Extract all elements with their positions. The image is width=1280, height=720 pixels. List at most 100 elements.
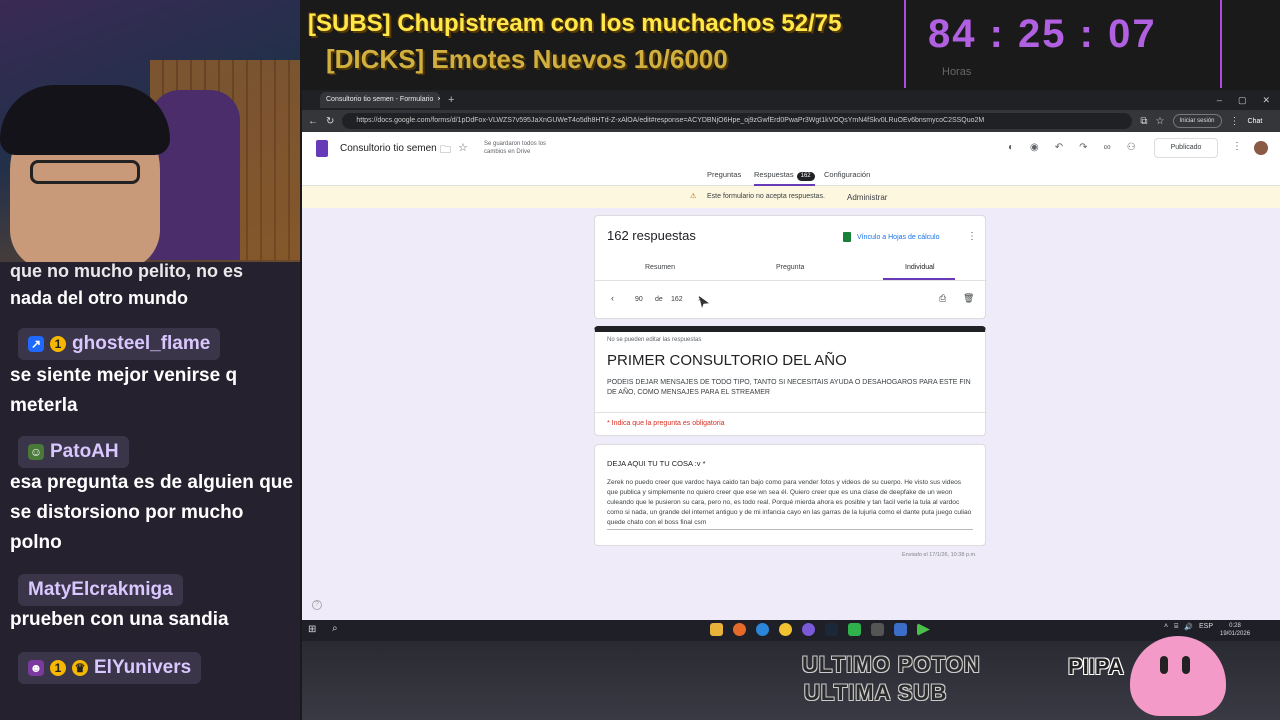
volume-icon[interactable]: 🔊 [1184,623,1193,631]
system-tray: ˄ ⌸ 🔊 ESP [1164,623,1213,631]
windows-taskbar: ⊞ ⌕ ˄ ⌸ 🔊 ESP 0:28 19/01/2026 [302,620,1280,641]
chat-message: prueben con una sandia [10,609,229,630]
form-header: Consultorio tio semen 🗀 ☆ Se guardaron t… [302,132,1280,166]
close-tab-icon[interactable]: × [437,92,440,108]
subtab-resumen[interactable]: Resumen [645,264,675,271]
extensions-icon[interactable]: ⧉ [1140,116,1147,127]
chat-button[interactable]: Chat [1248,118,1263,125]
mouse-cursor-icon [699,296,709,308]
manage-button[interactable]: Administrar [847,193,887,202]
steam-icon[interactable] [825,623,838,636]
add-collaborator-icon[interactable]: ⚇ [1127,142,1136,153]
form-title[interactable]: Consultorio tio semen [340,143,437,154]
taskbar-apps [710,623,930,636]
not-accepting-banner: ⚠ Este formulario no acepta respuestas. … [302,186,1280,208]
form-tabs: Preguntas Respuestas 162 Configuración [302,166,1280,186]
url-field[interactable]: https://docs.google.com/forms/d/1pDdFox-… [342,113,1133,129]
play-icon[interactable] [917,623,930,636]
brand-logo: PIIPA [1068,654,1124,679]
avatar[interactable] [1254,141,1268,155]
subs-goal-text: [SUBS] Chupistream con los muchachos 52/… [308,10,842,37]
signin-button[interactable]: Iniciar sesión [1172,114,1222,128]
crown-badge-icon: ♛ [72,660,88,676]
emote-badge-icon: ☺ [28,444,44,460]
menu-icon[interactable]: ⋮ [1230,116,1240,127]
form-description: PODEIS DEJAR MENSAJES DE TODO TIPO, TANT… [607,379,971,396]
minimize-icon[interactable]: – [1217,95,1222,106]
required-note: * Indica que la pregunta es obligatoria [607,420,725,427]
star-icon[interactable]: ☆ [458,141,468,154]
chat-fragment-line: nada del otro mundo [10,288,188,308]
taskbar-clock[interactable]: 0:28 19/01/2026 [1220,622,1250,638]
reload-icon[interactable]: ↻ [326,116,334,127]
page-current[interactable]: 90 [635,296,643,303]
chat-username[interactable]: ☻ 1 ♛ ElYunivers [18,652,202,684]
stream-chat: que no mucho pelito, no es nada del otro… [0,262,300,720]
previous-icon[interactable]: ‹ [611,293,614,303]
responses-count-badge: 162 [796,172,815,181]
question-card: DEJA AQUI TU TU COSA :v * Zerek no puedo… [594,444,986,546]
new-tab-button[interactable]: + [448,94,454,106]
subtab-pregunta[interactable]: Pregunta [776,264,804,271]
edge-icon[interactable] [756,623,769,636]
language-indicator[interactable]: ESP [1199,623,1213,631]
firefox-icon[interactable] [733,623,746,636]
back-icon[interactable]: ← [308,116,318,127]
divider [595,412,987,413]
windows-start-icon[interactable]: ⊞ [308,624,316,635]
window-controls: – ▢ ✕ [1217,95,1280,106]
tier-badge-icon: 1 [50,336,66,352]
chat-username[interactable]: ↗ 1 ghosteel_flame [18,328,221,360]
delete-icon[interactable]: 🗑 [963,293,974,304]
tier-badge-icon: 1 [50,660,66,676]
file-explorer-icon[interactable] [710,623,723,636]
header-toolbar: ◐ ◉ ↶ ↷ ∞ ⚇ [1008,142,1136,153]
browser-tab[interactable]: Consultorio tio semen - Formulario × [320,92,440,108]
more-options-icon[interactable]: ⋮ [1232,141,1242,152]
undo-icon[interactable]: ↶ [1055,142,1063,153]
obs-icon[interactable] [871,623,884,636]
question-label: DEJA AQUI TU TU COSA :v * [607,459,706,468]
form-title-card: No se pueden editar las respuestas PRIME… [594,326,987,436]
network-icon[interactable]: ⌸ [1174,623,1178,631]
maximize-icon[interactable]: ▢ [1238,95,1247,106]
app-blue-icon[interactable] [894,623,907,636]
redo-icon[interactable]: ↷ [1079,142,1087,153]
chat-message: se siente mejor venirse q meterla [10,365,238,416]
warning-icon: ⚠ [690,193,697,200]
print-icon[interactable]: ⎙ [939,293,946,304]
divider [595,280,987,281]
streamer-glasses [30,160,140,184]
tab-bar: Consultorio tio semen - Formulario × + –… [302,90,1280,110]
discord-icon[interactable] [802,623,815,636]
tray-chevron-icon[interactable]: ˄ [1164,623,1168,631]
promo-line-1: ULTIMO POTON [802,652,981,677]
tab-respuestas[interactable]: Respuestas 162 [754,170,815,186]
chat-username[interactable]: ☺ PatoAH [18,436,129,468]
sub-badge-icon: ↗ [28,336,44,352]
app-green-icon[interactable] [848,623,861,636]
address-bar: ← ↻ https://docs.google.com/forms/d/1pDd… [302,110,1280,132]
subtab-individual[interactable]: Individual [905,264,935,271]
palette-icon[interactable]: ◐ [1008,142,1014,153]
subathon-timer: 84 : 25 : 07 Horas [904,0,1222,88]
preview-eye-icon[interactable]: ◉ [1030,142,1039,153]
forms-logo-icon[interactable] [316,140,328,157]
close-window-icon[interactable]: ✕ [1262,95,1270,106]
chat-username[interactable]: MatyElcrakmiga [18,574,183,606]
tab-preguntas[interactable]: Preguntas [707,170,741,179]
link-icon[interactable]: ∞ [1104,142,1111,153]
published-button[interactable]: Publicado [1154,138,1218,158]
help-icon[interactable]: ? [312,600,322,610]
sheets-link[interactable]: Vínculo a Hojas de cálculo [843,232,940,242]
more-options-icon[interactable]: ⋮ [967,231,977,242]
bookmark-star-icon[interactable]: ☆ [1156,116,1165,127]
tab-configuracion[interactable]: Configuración [824,170,870,179]
promo-line-2: ULTIMA SUB [804,680,948,705]
responses-count: 162 respuestas [607,228,696,243]
readonly-note: No se pueden editar las respuestas [607,337,702,343]
browser-window: Consultorio tio semen - Formulario × + –… [302,90,1280,620]
folder-icon[interactable]: 🗀 [440,141,451,160]
chrome-icon[interactable] [779,623,792,636]
search-icon[interactable]: ⌕ [332,623,338,634]
